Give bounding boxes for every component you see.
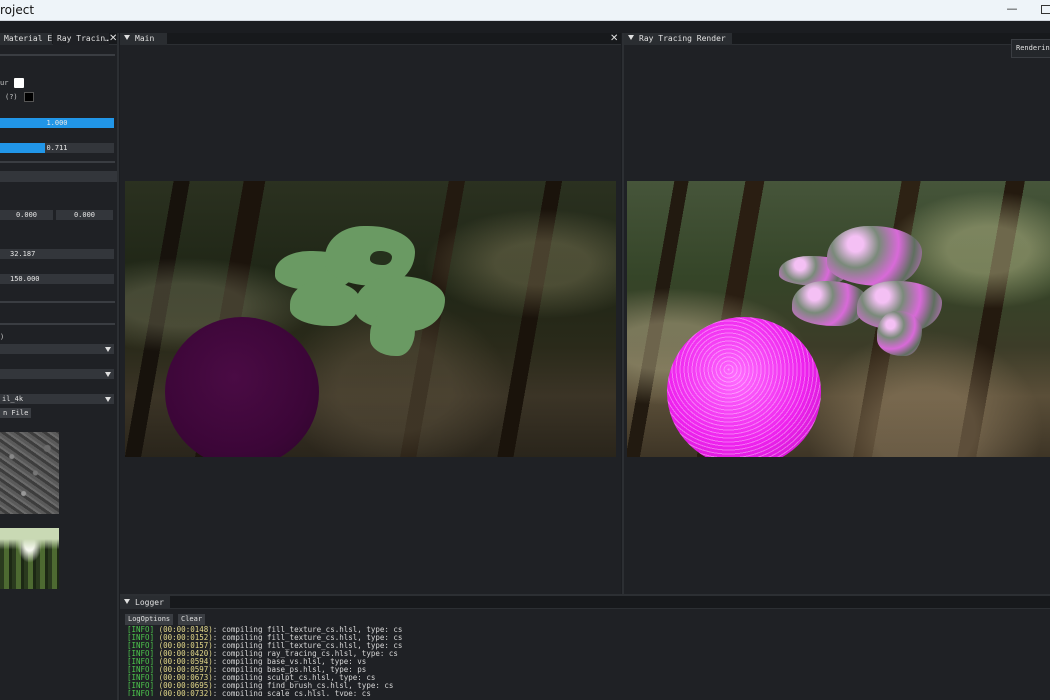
separator	[0, 323, 115, 325]
material-editor-panel: Material E… Ray Tracin… ✕ ur (?) 1.000 0…	[0, 33, 119, 700]
sculpt-blob	[370, 311, 415, 356]
tab-logger[interactable]: Logger	[120, 596, 170, 609]
collapse-triangle-icon[interactable]	[628, 35, 634, 40]
section-header[interactable]	[0, 171, 117, 182]
collapse-triangle-icon[interactable]	[124, 35, 130, 40]
chevron-down-icon	[105, 372, 111, 377]
chrome-blob	[827, 226, 922, 286]
log-options-button[interactable]: LogOptions	[125, 614, 174, 625]
slider-1-value: 1.000	[46, 119, 68, 127]
environment-map-dropdown[interactable]: il_4k	[0, 394, 114, 404]
log-message: : compiling scale_cs.hlsl, type: cs	[212, 689, 371, 697]
chevron-down-icon	[105, 397, 111, 402]
log-output: [INFO] (00:00:0148): compiling fill_text…	[127, 626, 1027, 696]
texture-thumbnail[interactable]	[0, 432, 59, 514]
dropdown-2[interactable]	[0, 369, 114, 379]
main-viewport-panel: Main ✕	[120, 33, 621, 594]
tab-label: Logger	[135, 598, 164, 607]
ray-tracing-render-panel: Ray Tracing Render Renderin	[622, 33, 1050, 594]
tab-material-editor[interactable]: Material E…	[0, 33, 52, 45]
chrome-blob	[792, 281, 867, 326]
vec-y-field[interactable]: 0.000	[56, 210, 113, 220]
main-scene-viewport[interactable]	[125, 181, 616, 457]
value-field-b[interactable]: 150.000	[0, 274, 114, 284]
slider-2-value: 0.711	[46, 144, 68, 152]
window-titlebar: roject —	[0, 0, 1050, 21]
tab-ray-tracing-render[interactable]: Ray Tracing Render	[624, 33, 732, 45]
tab-label: Ray Tracing Render	[639, 34, 726, 43]
ray-tracing-viewport[interactable]	[627, 181, 1050, 457]
main-tab-bar: Main ✕	[120, 33, 621, 45]
separator	[0, 301, 115, 303]
dropdown-1[interactable]	[0, 344, 114, 354]
slider-2[interactable]: 0.711	[0, 143, 114, 153]
slider-1[interactable]: 1.000	[0, 118, 114, 128]
tab-label: Main	[135, 34, 155, 43]
log-time: (00:00:0732)	[158, 689, 213, 697]
help-marker[interactable]: (?)	[5, 93, 18, 101]
slider-2-fill	[0, 143, 45, 153]
colour-label: ur	[0, 79, 9, 87]
separator	[0, 161, 115, 163]
chevron-down-icon	[105, 347, 111, 352]
value-field-a[interactable]: 32.187	[0, 249, 114, 259]
sculpt-blob	[290, 281, 360, 326]
colour-swatch-white[interactable]	[14, 78, 24, 88]
separator	[0, 54, 115, 56]
logger-tab-bar: Logger	[120, 596, 1050, 609]
tab-ray-tracing[interactable]: Ray Tracin…	[53, 33, 109, 45]
tab-label: Material E…	[4, 34, 52, 43]
open-file-button[interactable]: n File	[0, 408, 32, 418]
clear-button[interactable]: Clear	[178, 614, 206, 625]
minimize-icon[interactable]: —	[1004, 0, 1020, 20]
tab-label: Ray Tracin…	[57, 34, 109, 43]
sphere-object	[165, 317, 319, 457]
colour-swatch-black[interactable]	[24, 92, 34, 102]
close-icon[interactable]: ✕	[610, 33, 618, 45]
maximize-icon[interactable]	[1041, 5, 1050, 14]
close-icon[interactable]: ✕	[109, 33, 117, 45]
log-level: [INFO]	[127, 689, 159, 697]
chrome-blob	[877, 311, 922, 356]
environment-thumbnail[interactable]	[0, 528, 59, 589]
log-line: [INFO] (00:00:0732): compiling scale_cs.…	[127, 689, 1027, 697]
rendering-status-badge: Renderin	[1011, 39, 1050, 58]
dropdown-value: il_4k	[2, 395, 24, 403]
vec-x-field[interactable]: 0.000	[0, 210, 53, 220]
tab-main[interactable]: Main	[120, 33, 167, 45]
paren-label: )	[0, 333, 5, 341]
sphere-object	[667, 317, 821, 457]
logger-panel: Logger LogOptions Clear [INFO] (00:00:01…	[120, 594, 1050, 700]
collapse-triangle-icon[interactable]	[124, 599, 130, 604]
sculpt-hole	[370, 251, 392, 265]
ray-tab-bar: Ray Tracing Render	[624, 33, 1050, 45]
left-tab-bar: Material E… Ray Tracin… ✕	[0, 33, 117, 45]
window-title: roject	[0, 3, 35, 17]
